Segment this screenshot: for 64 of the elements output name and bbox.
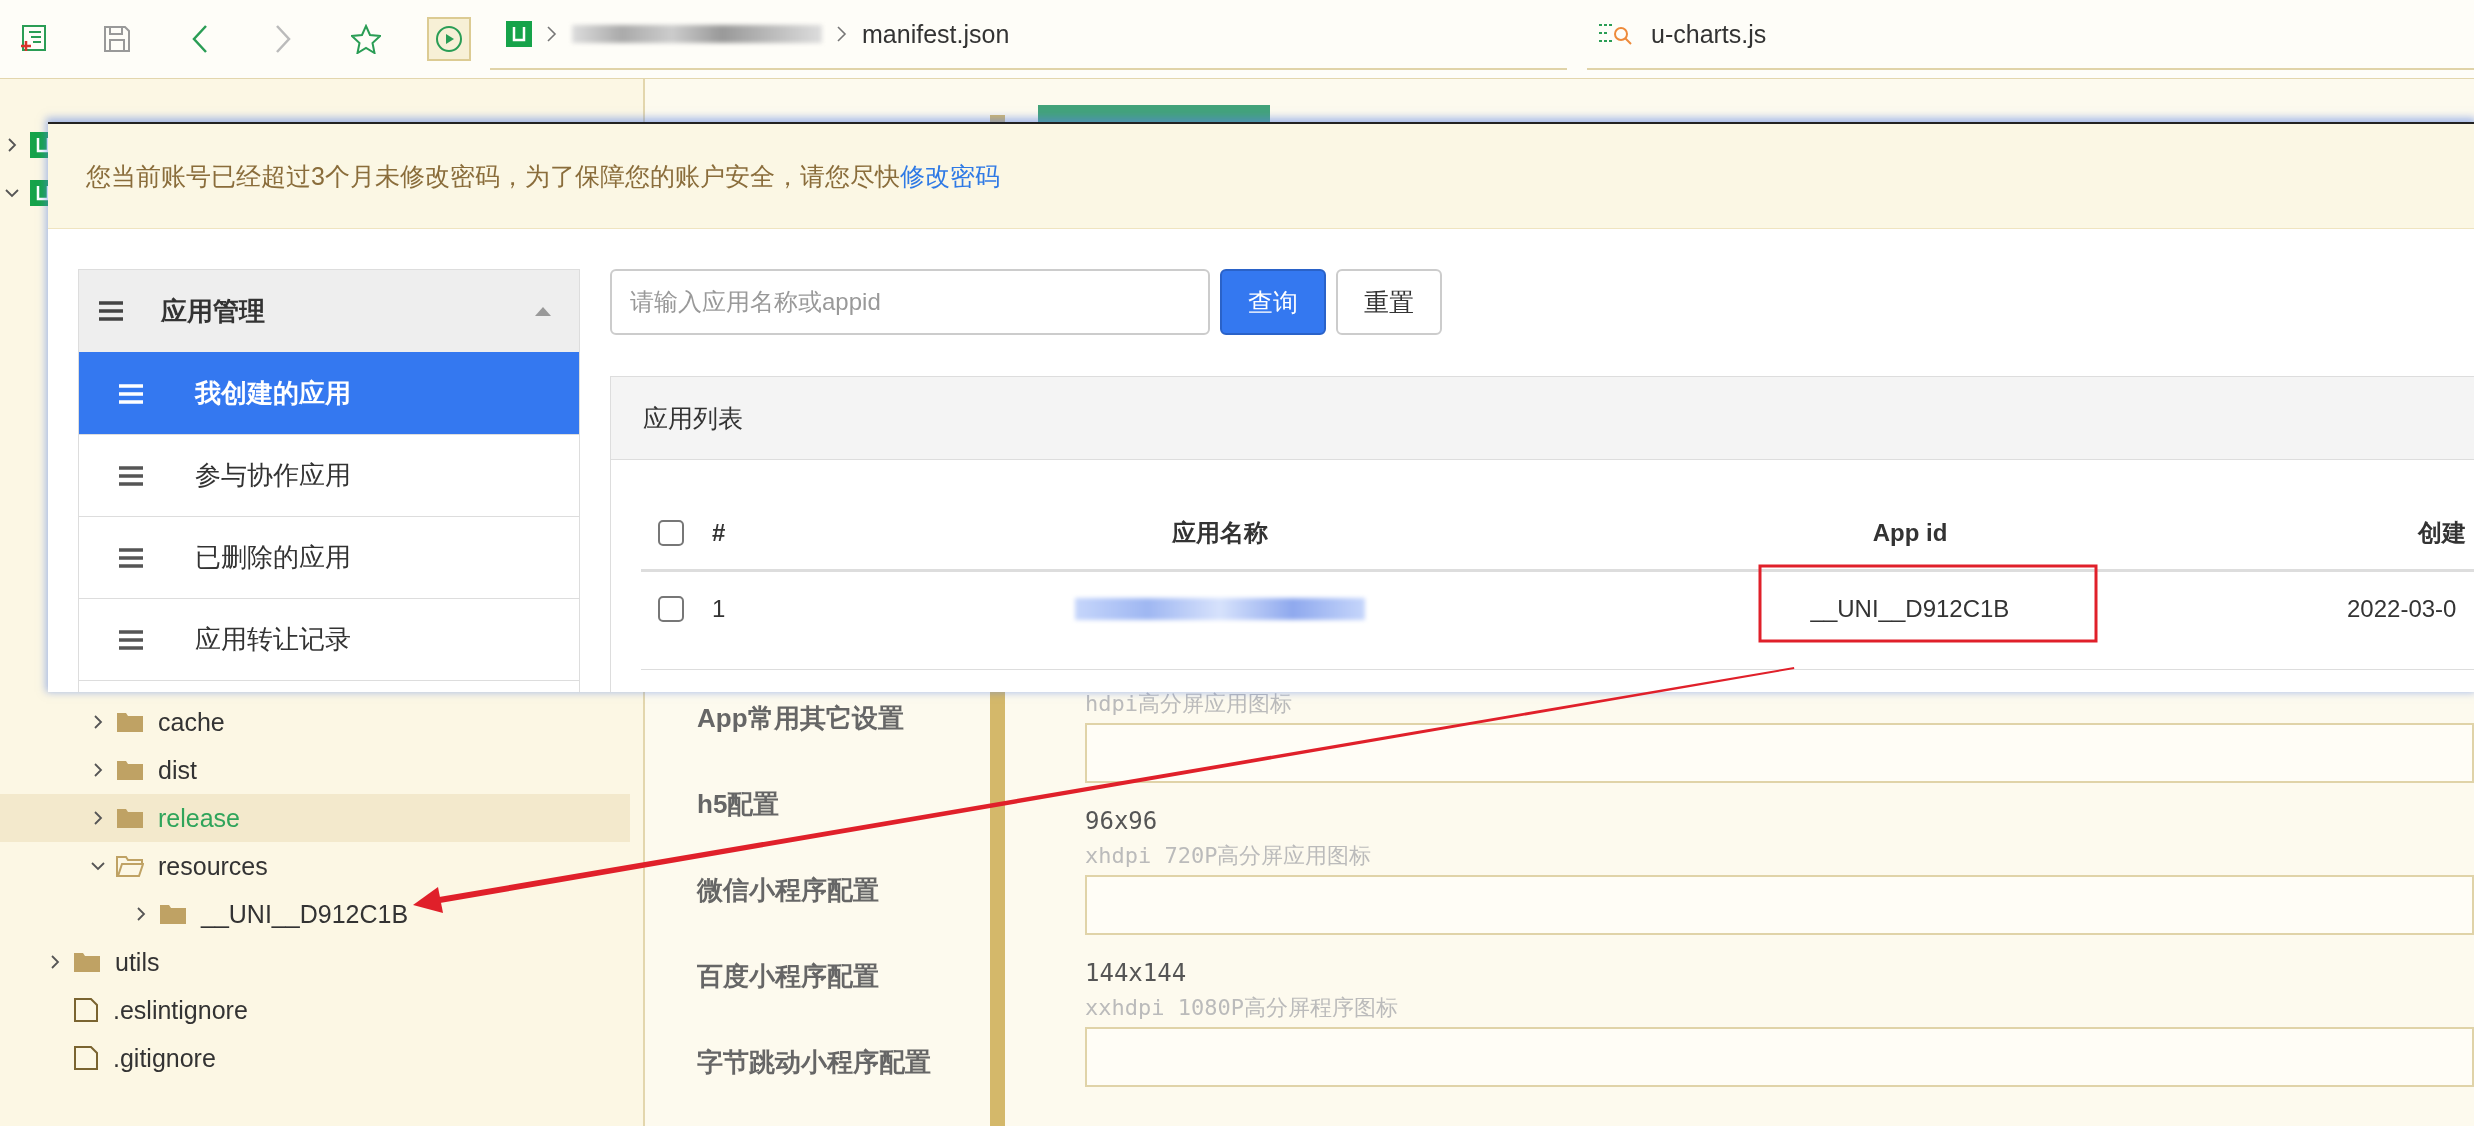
icon-hint-label: xxhdpi 1080P高分屏程序图标 (1085, 994, 1399, 1022)
menu-icon (99, 301, 123, 321)
menu-item[interactable]: 已删除的应用 (79, 516, 579, 598)
folder-icon (159, 902, 187, 926)
column-header: # (712, 518, 727, 547)
chevron-icon (546, 25, 558, 43)
open-file-name[interactable]: u-charts.js (1651, 19, 1767, 49)
table-cell-text: 2022-03-0 (2346, 594, 2458, 623)
run-button[interactable] (426, 17, 471, 61)
play-icon (434, 25, 463, 53)
menu-icon (119, 547, 143, 568)
folder-icon (116, 710, 144, 734)
password-notice: 您当前账号已经超过3个月未修改密码，为了保障您的账户安全，请您尽快修改密码 (86, 160, 1000, 192)
folder-icon (73, 950, 101, 974)
settings-nav-item[interactable]: 微信小程序配置 (645, 868, 990, 912)
column-header: 应用名称 (1171, 517, 1269, 548)
tree-item-label[interactable]: __UNI__D912C1B (201, 899, 409, 929)
icon-size-label: 96x96 (1085, 807, 1159, 837)
file-icon (73, 1045, 99, 1071)
tree-item-label[interactable]: .gitignore (113, 1043, 216, 1073)
settings-nav-item[interactable]: 百度小程序配置 (645, 954, 990, 998)
folder-icon (116, 854, 144, 878)
tree-item-label[interactable]: cache (158, 707, 225, 737)
tree-item-label[interactable]: resources (158, 851, 268, 881)
save-icon[interactable] (101, 24, 132, 54)
table-cell-text: __UNI__D912C1B (1809, 594, 2011, 623)
search-field[interactable]: 请输入应用名称或appid (610, 269, 1210, 335)
settings-nav-item[interactable]: App常用其它设置 (645, 696, 990, 740)
menu-item[interactable]: 参与协作应用 (79, 434, 579, 516)
search-button[interactable]: 查询 (1220, 269, 1326, 335)
tree-item-label[interactable]: utils (115, 947, 160, 977)
menu-icon (119, 383, 143, 404)
menu-group-title: 应用管理 (161, 294, 266, 328)
menu-icon (119, 465, 143, 486)
column-header: App id (1871, 518, 1949, 547)
icon-path-field[interactable] (1085, 875, 2474, 935)
star-icon[interactable] (350, 24, 381, 54)
menu-group-header[interactable]: 应用管理 (79, 270, 579, 352)
icon-hint-label: hdpi高分屏应用图标 (1085, 690, 1293, 718)
menu-icon (119, 629, 143, 650)
search-button[interactable]: 重置 (1336, 269, 1442, 335)
tree-item-label[interactable]: .eslintignore (113, 995, 248, 1025)
folder-icon (116, 758, 144, 782)
menu-item[interactable]: 我创建的应用 (79, 352, 579, 434)
panel-title: 应用列表 (643, 402, 743, 434)
file-icon (73, 997, 99, 1023)
menu-item[interactable]: 应用转让记录 (79, 598, 579, 680)
new-file-icon[interactable] (18, 24, 49, 54)
folder-icon (116, 806, 144, 830)
table-cell-text: 1 (712, 594, 727, 623)
change-password-link[interactable]: 修改密码 (899, 161, 1000, 190)
checkbox[interactable] (658, 519, 684, 546)
project-icon (506, 21, 532, 47)
icon-path-field[interactable] (1085, 1027, 2474, 1087)
tree-item-label[interactable]: dist (158, 755, 197, 785)
chevron-icon (836, 25, 848, 43)
column-header: 创建 (2416, 517, 2467, 548)
icon-hint-label: xhdpi 720P高分屏应用图标 (1085, 842, 1373, 870)
icon-path-field[interactable] (1085, 723, 2474, 783)
checkbox[interactable] (658, 595, 684, 622)
icon-size-label: 144x144 (1085, 959, 1188, 989)
settings-nav-item[interactable]: h5配置 (645, 782, 990, 826)
breadcrumb-file[interactable]: manifest.json (862, 19, 1010, 49)
settings-nav-item[interactable]: 字节跳动小程序配置 (645, 1040, 990, 1084)
